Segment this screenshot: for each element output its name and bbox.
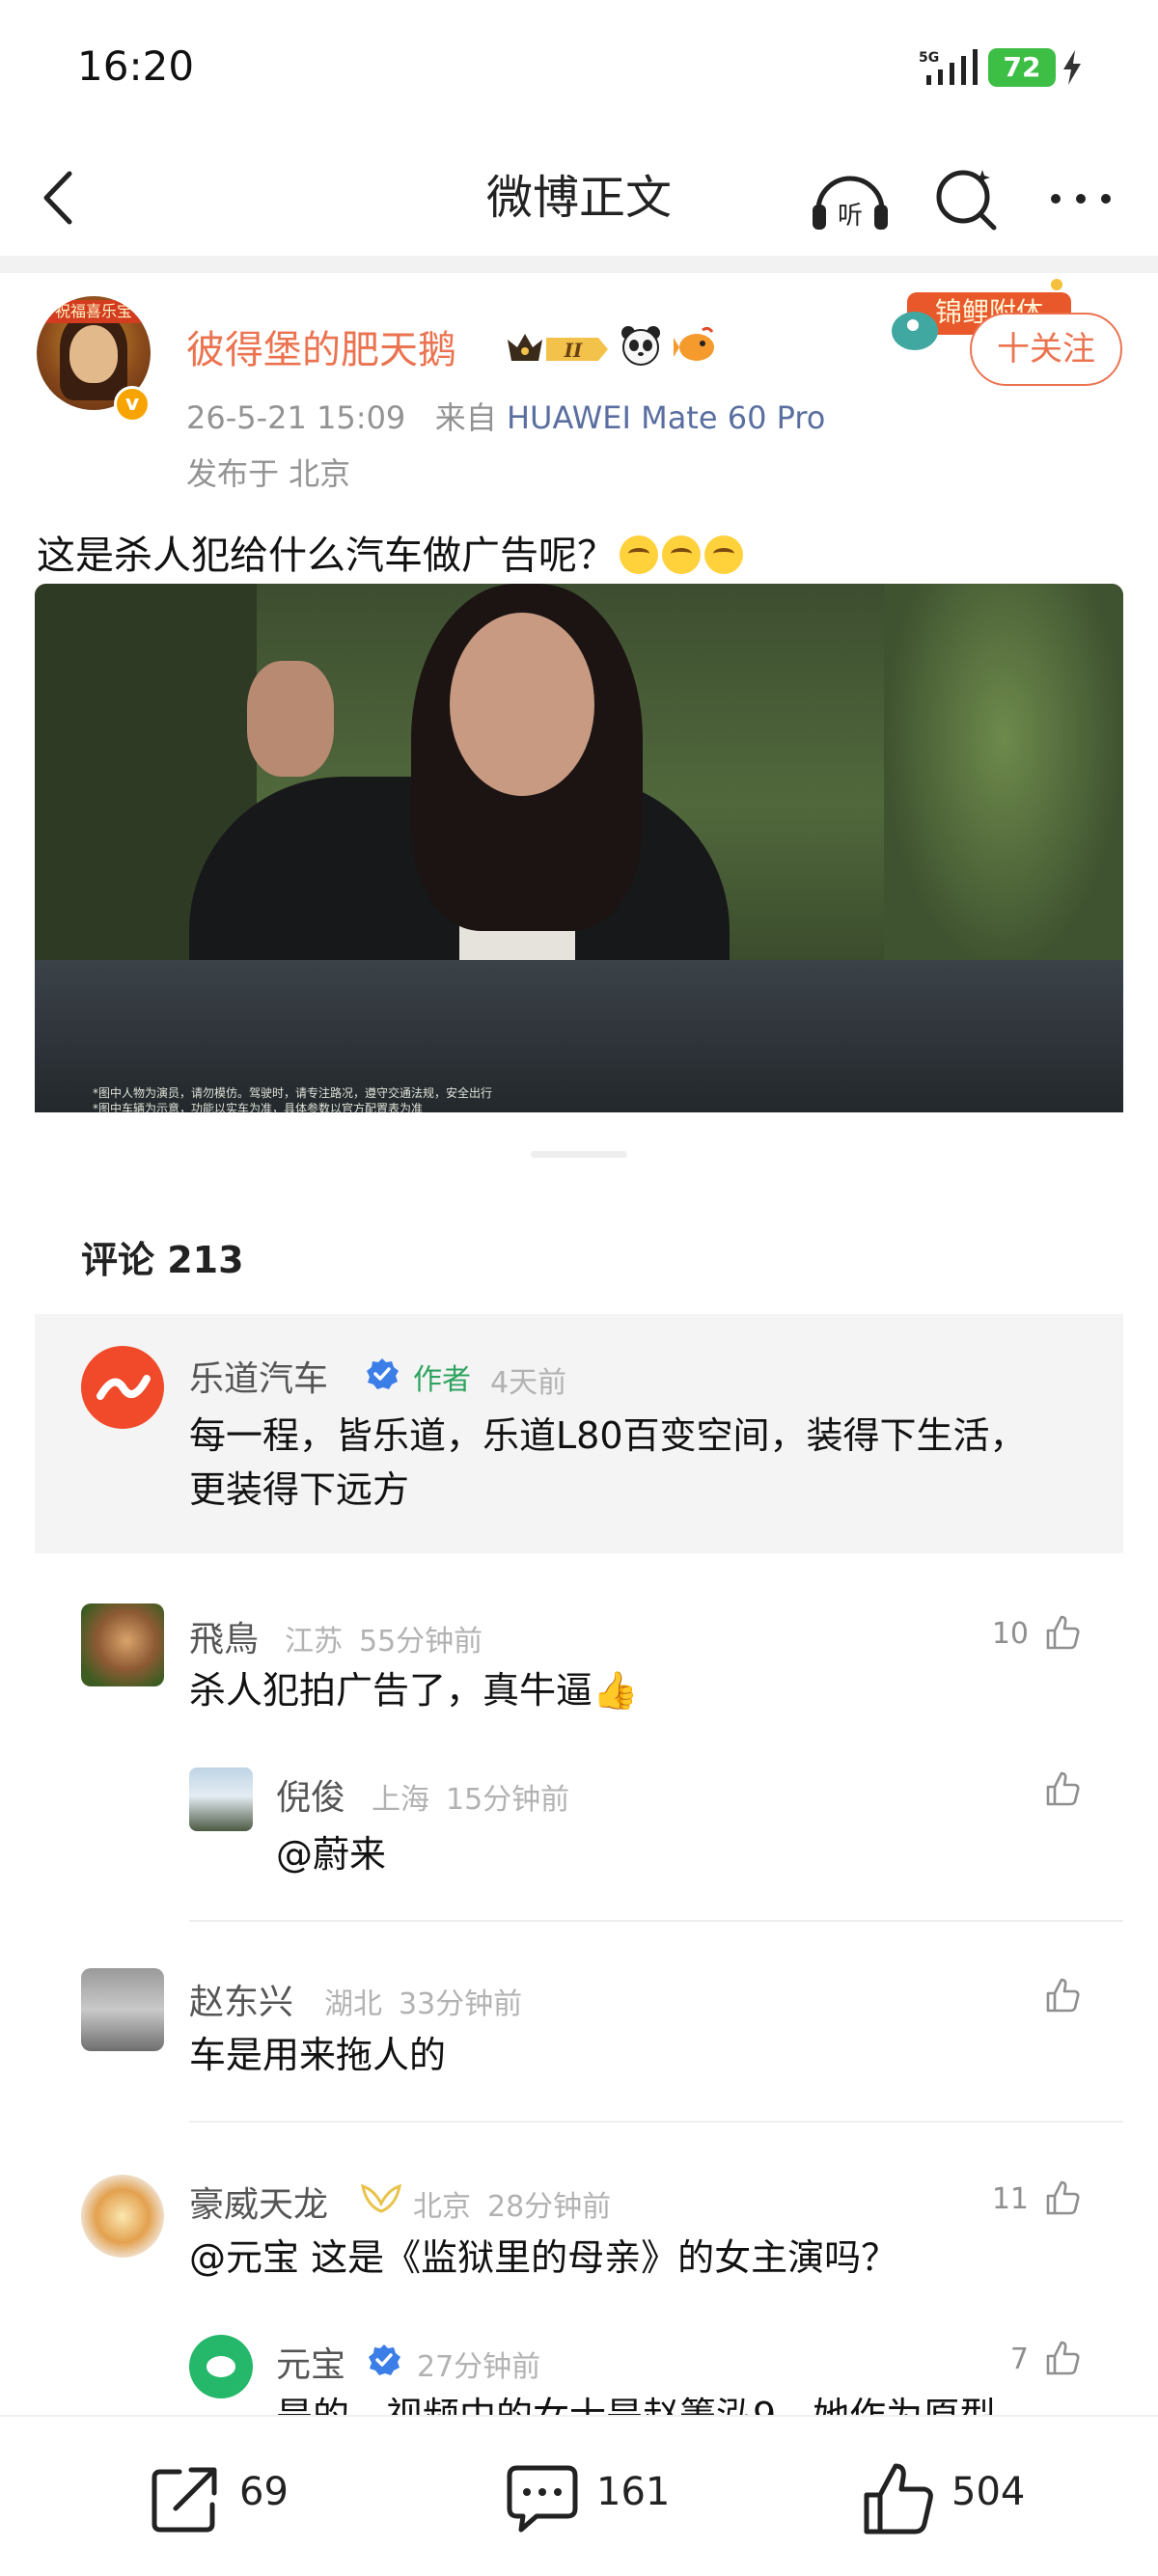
thumbs-up-icon[interactable] [1042, 2339, 1081, 2377]
comment-divider [189, 1920, 1123, 1922]
comment-text: 杀人犯拍广告了，真牛逼👍 [189, 1669, 639, 1712]
thumbs-up-icon[interactable] [1042, 2179, 1081, 2217]
comment-divider [189, 2121, 1123, 2123]
commenter-avatar[interactable] [189, 1768, 253, 1831]
charging-icon [1063, 50, 1081, 85]
author-tag: 作者 [413, 1363, 471, 1397]
search-icon[interactable] [928, 160, 1006, 237]
share-button[interactable]: 69 [147, 2460, 340, 2537]
comment-time: 4天前 [490, 1366, 567, 1400]
comment-text: @蔚来 [276, 1833, 387, 1876]
commenter-avatar[interactable] [81, 2175, 164, 2258]
author-name[interactable]: 彼得堡的肥天鹅 [186, 318, 456, 374]
comment-author[interactable]: 倪俊 [276, 1769, 345, 1820]
video-tree-right [884, 584, 1123, 970]
thumbs-up-icon[interactable] [1042, 1769, 1081, 1808]
comment-location: 上海 [372, 1783, 429, 1817]
source-prefix: 来自 [434, 399, 497, 436]
comment-author[interactable]: 飛鳥 [189, 1611, 259, 1661]
crown-level-icon: II [508, 334, 608, 362]
signal-icon: 5G [919, 49, 978, 85]
more-options-icon[interactable] [1044, 160, 1117, 237]
verified-blue-icon [369, 2344, 400, 2375]
comment-author[interactable]: 赵东兴 [189, 1974, 293, 2024]
post-location: 发布于 北京 [186, 455, 351, 492]
panda-icon [621, 326, 660, 366]
like-count: 7 [1009, 2343, 1029, 2376]
yuanbao-avatar[interactable] [189, 2335, 253, 2398]
status-time: 16:20 [77, 42, 195, 90]
comment-button[interactable]: 161 [504, 2460, 716, 2537]
listen-label: 听 [838, 202, 863, 231]
top-nav: 微博正文 听 [0, 135, 1158, 256]
comment-author[interactable]: 乐道汽车 [189, 1351, 328, 1401]
vip-wings-icon [361, 2183, 401, 2213]
post-meta: 26-5-21 15:09 来自 HUAWEI Mate 60 Pro [186, 394, 825, 438]
level-badge-label: II [564, 339, 583, 362]
comment-time: 27分钟前 [417, 2350, 541, 2384]
commenter-avatar[interactable] [81, 1968, 164, 2051]
comment-author[interactable]: 元宝 [276, 2337, 345, 2387]
status-bar: 16:20 5G 72 [0, 0, 1158, 135]
sheet-drag-handle[interactable] [531, 1151, 627, 1158]
comment-time: 55分钟前 [359, 1625, 483, 1658]
verified-v-icon: v [114, 386, 151, 423]
ledao-logo-icon [96, 1375, 151, 1400]
comments-title: 评论 213 [81, 1239, 244, 1281]
verified-blue-icon [367, 1358, 399, 1389]
like-count: 10 [991, 1617, 1029, 1651]
comment-author[interactable]: 豪威天龙 [189, 2177, 328, 2227]
comment-time: 28分钟前 [487, 2190, 612, 2224]
comment-time: 15分钟前 [446, 1783, 570, 1817]
comment-text: @元宝 这是《监狱里的母亲》的女主演吗？ [189, 2236, 898, 2279]
avatar-face [69, 325, 118, 383]
comment-location: 湖北 [324, 1987, 382, 2021]
post-timestamp: 26-5-21 15:09 [186, 399, 406, 436]
ledao-avatar[interactable] [81, 1346, 164, 1429]
video-caption-line: *图中人物为演员，请勿模仿。驾驶时，请专注路况，遵守交通法规，安全出行 [93, 1086, 493, 1100]
thumbs-up-icon[interactable] [1042, 1613, 1081, 1652]
comment-location: 江苏 [285, 1625, 343, 1658]
comment-text: 车是用来拖人的 [189, 2034, 447, 2076]
like-count: 11 [991, 2182, 1029, 2216]
thumbs-up-icon [864, 2463, 933, 2535]
avatar-banner: 祝福喜乐宝 [42, 300, 145, 323]
comment-text: 每一程，皆乐道，乐道L80百变空间，装得下生活，更装得下远方 [189, 1414, 1027, 1511]
comment-location: 北京 [413, 2190, 471, 2224]
like-button[interactable]: 504 [859, 2460, 1081, 2537]
network-label: 5G [919, 50, 939, 66]
battery-icon: 72 [988, 48, 1056, 87]
follow-button[interactable]: 十关注 [970, 313, 1122, 386]
surprised-emoji-icon [662, 535, 701, 574]
surprised-emoji-icon [704, 535, 743, 574]
fish-icon [674, 326, 714, 361]
video-face [450, 613, 594, 796]
share-count: 69 [239, 2470, 289, 2514]
like-count-total: 504 [951, 2470, 1026, 2514]
surprised-emoji-icon [620, 535, 658, 574]
post-text: 这是杀人犯给什么汽车做广告呢？ [37, 524, 743, 580]
thumbs-up-icon[interactable] [1042, 1976, 1081, 2014]
post-source[interactable]: HUAWEI Mate 60 Pro [507, 399, 825, 436]
video-player[interactable]: *图中人物为演员，请勿模仿。驾驶时，请专注路况，遵守交通法规，安全出行 *图中车… [35, 584, 1123, 1134]
nav-divider [0, 256, 1158, 273]
comment-time: 33分钟前 [399, 1987, 523, 2021]
video-raised-fist [247, 661, 334, 777]
comment-count: 161 [596, 2470, 671, 2514]
headphones-listen-icon[interactable]: 听 [809, 160, 892, 237]
post-text-body: 这是杀人犯给什么汽车做广告呢？ [37, 534, 616, 578]
commenter-avatar[interactable] [81, 1603, 164, 1686]
share-icon [152, 2467, 217, 2533]
comment-bubble-icon [507, 2465, 578, 2533]
